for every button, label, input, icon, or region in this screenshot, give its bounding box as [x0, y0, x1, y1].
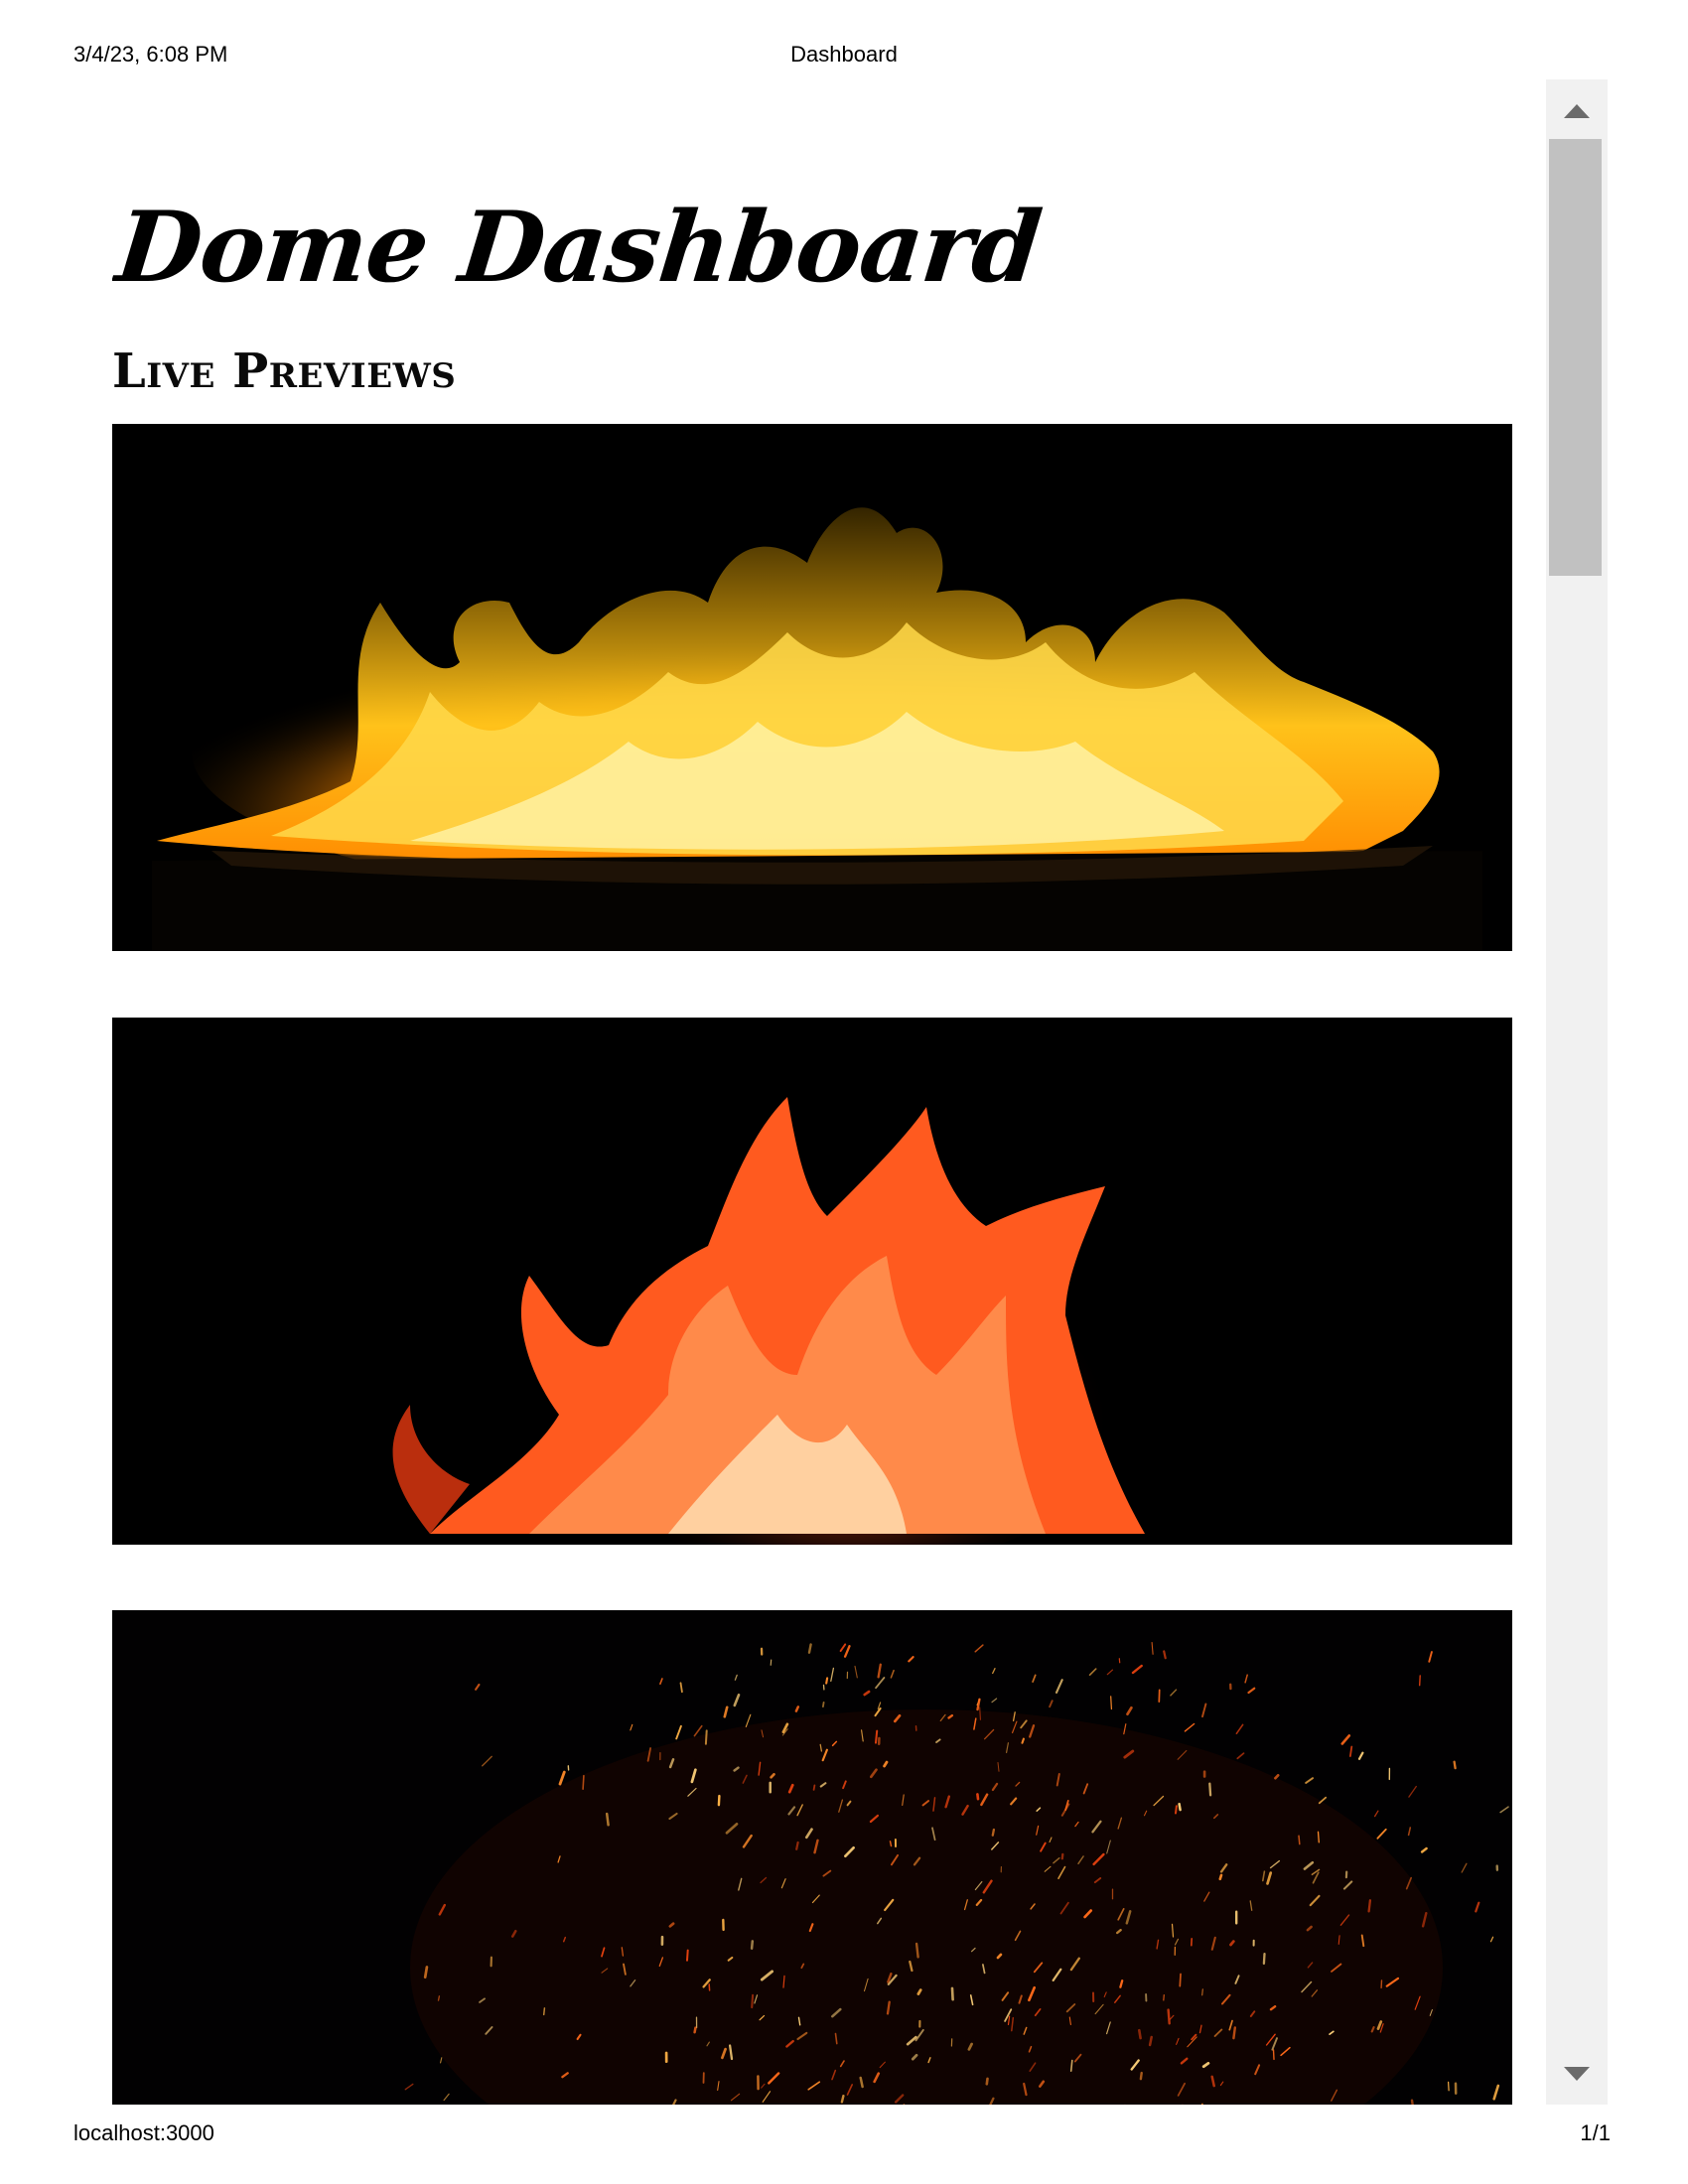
spark [1232, 2026, 1237, 2040]
print-footer: localhost:3000 1/1 [0, 2116, 1688, 2156]
spark [1367, 1899, 1372, 1913]
spark [1179, 1973, 1182, 1987]
spark [423, 1966, 429, 1979]
spark [991, 1828, 996, 1837]
spark [750, 1940, 755, 1950]
spark [605, 1812, 610, 1827]
spark [717, 1794, 721, 1807]
spark [1021, 1737, 1025, 1744]
page-viewport: Dome Dashboard Live Previews [112, 79, 1552, 2105]
scroll-thumb[interactable] [1549, 139, 1602, 576]
print-page-number: 1/1 [1580, 2120, 1611, 2145]
spark [1272, 2049, 1275, 2061]
spark [916, 1988, 922, 1995]
spark [812, 1784, 816, 1791]
spark [976, 1793, 980, 1801]
section-title-live-previews: Live Previews [112, 342, 457, 399]
preview-flames-golden[interactable] [112, 424, 1512, 951]
spark [1167, 2008, 1171, 2025]
flames-red-image [112, 1018, 1512, 1545]
spark [979, 1706, 981, 1720]
preview-flames-red[interactable] [112, 1018, 1512, 1545]
flames-golden-image [112, 424, 1512, 951]
triangle-down-icon [1564, 2067, 1590, 2081]
scroll-up-button[interactable] [1546, 79, 1608, 135]
spark [950, 1986, 954, 2001]
spark [693, 2026, 697, 2034]
spark [1138, 2028, 1142, 2040]
spark [542, 2007, 546, 2016]
spark [1201, 1988, 1203, 1996]
spark [686, 1949, 689, 1962]
spark [582, 1774, 585, 1790]
spark [1163, 1650, 1167, 1660]
spark [822, 1702, 825, 1707]
spark [1178, 1802, 1182, 1812]
print-url: localhost:3000 [73, 2120, 214, 2145]
spark [1110, 1696, 1113, 1710]
spark [751, 1993, 755, 2009]
spark [825, 1677, 829, 1685]
spark [914, 1942, 919, 1959]
print-page-title: Dashboard [790, 42, 898, 67]
spark [1208, 1782, 1212, 1797]
spark [1298, 1835, 1301, 1845]
spark [1148, 2035, 1153, 2047]
spark [1060, 1852, 1064, 1860]
spark [770, 1659, 773, 1666]
spark [840, 2095, 845, 2104]
spark [985, 2077, 989, 2086]
spark [1175, 1805, 1178, 1815]
preview-sparks[interactable] [112, 1610, 1512, 2105]
sparks-image [112, 1610, 1512, 2105]
spark [795, 1841, 799, 1850]
scroll-down-button[interactable] [1546, 2049, 1608, 2105]
spark [794, 1706, 800, 1712]
print-header: 3/4/23, 6:08 PM Dashboard [0, 38, 1688, 77]
spark [1317, 1831, 1320, 1843]
spark [1419, 1675, 1421, 1687]
triangle-up-icon [1564, 104, 1590, 118]
spark [1163, 1993, 1165, 2001]
spark [1262, 1953, 1266, 1966]
spark [1069, 2059, 1073, 2073]
vertical-scrollbar[interactable] [1546, 79, 1608, 2105]
spark [1218, 1873, 1223, 1881]
spark [807, 1643, 812, 1654]
spark [875, 1729, 879, 1744]
spark [437, 1995, 441, 2001]
spark [1139, 2071, 1143, 2081]
spark [704, 1729, 708, 1745]
app-title: Dome Dashboard [112, 190, 1047, 305]
spark [1447, 2081, 1450, 2092]
spark [1453, 1760, 1457, 1770]
spark [889, 1841, 893, 1847]
